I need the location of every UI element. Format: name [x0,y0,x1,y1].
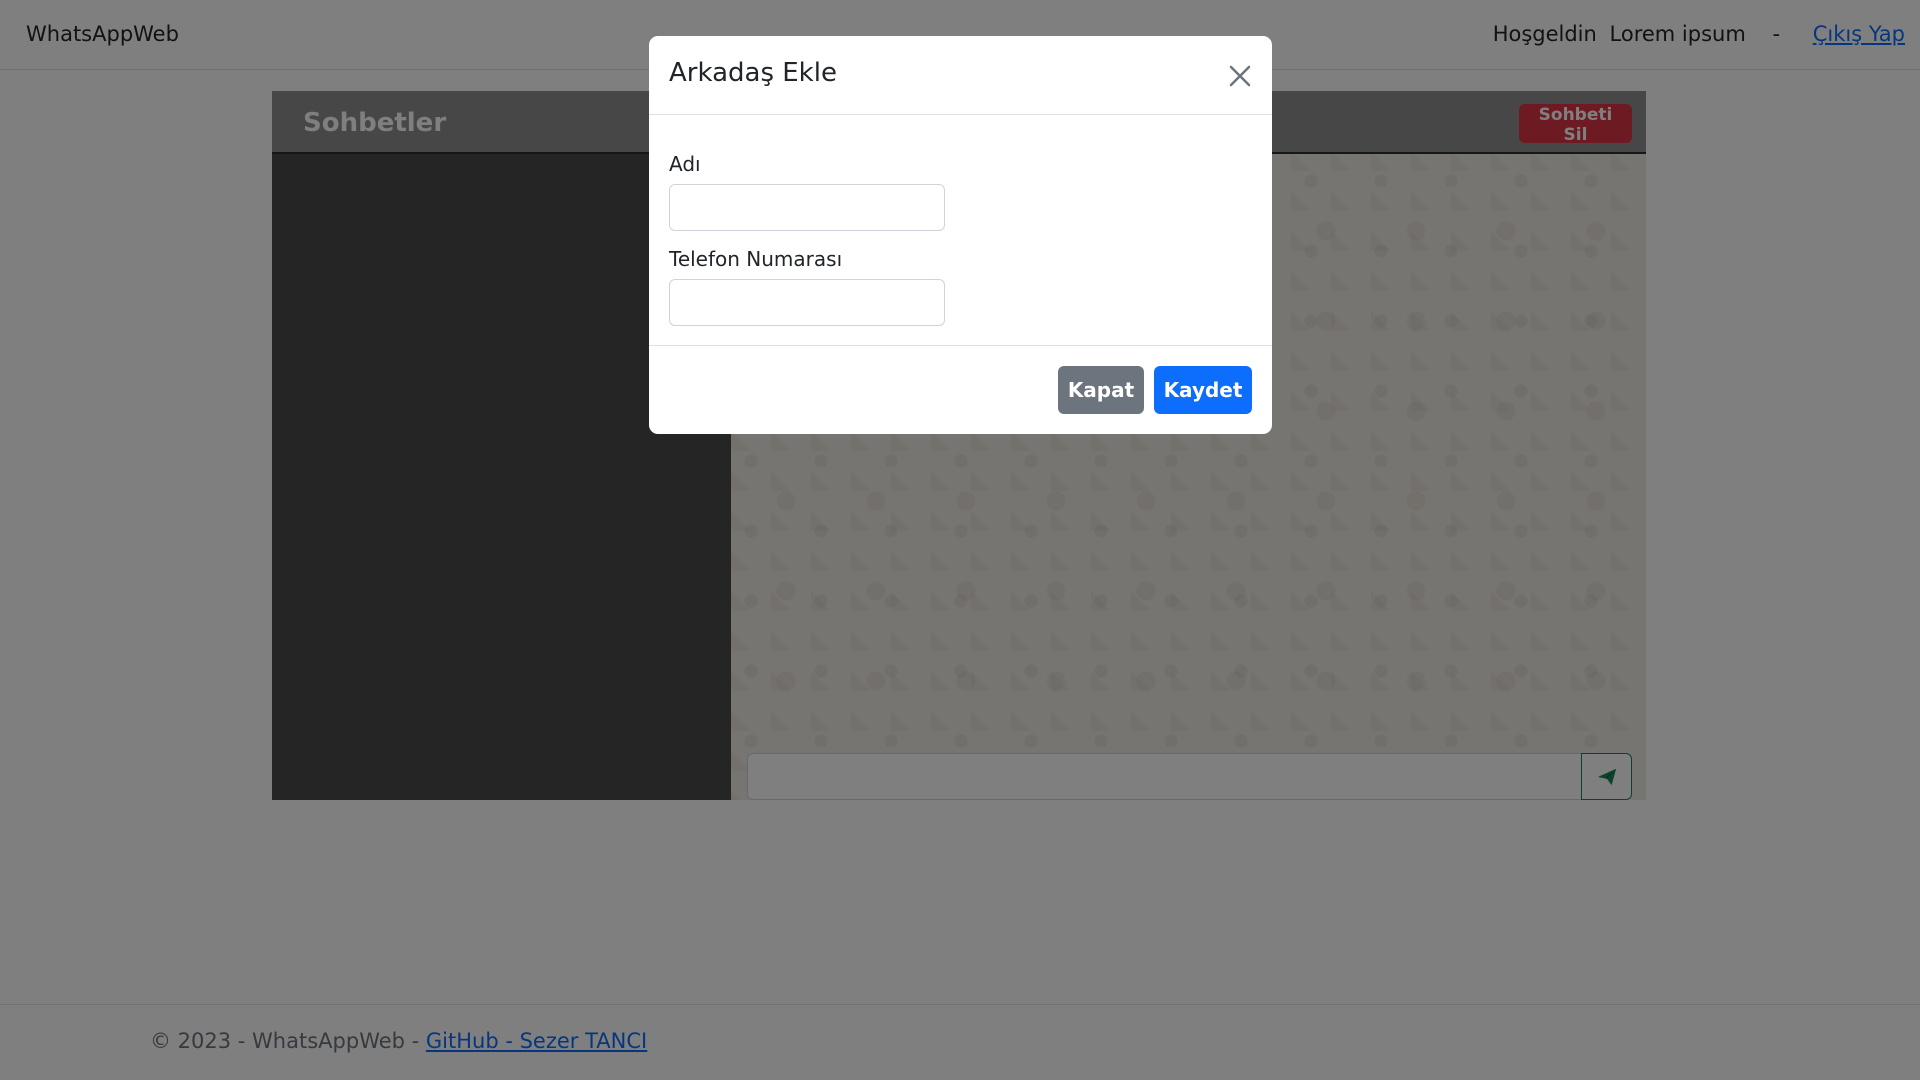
close-icon-glyph [1229,65,1251,87]
name-input[interactable] [669,184,945,231]
phone-label: Telefon Numarası [669,247,843,271]
modal-header: Arkadaş Ekle [649,36,1272,115]
close-icon[interactable] [1224,60,1256,92]
page: WhatsAppWeb Hoşgeldin Lorem ipsum - Çıkı… [0,0,1920,1080]
save-button[interactable]: Kaydet [1154,366,1252,414]
close-button[interactable]: Kapat [1058,366,1144,414]
name-label: Adı [669,152,701,176]
add-friend-modal: Arkadaş Ekle Adı Telefon Numarası Kapat … [649,36,1272,434]
modal-footer: Kapat Kaydet [649,345,1272,434]
modal-title: Arkadaş Ekle [669,58,837,88]
phone-input[interactable] [669,279,945,326]
